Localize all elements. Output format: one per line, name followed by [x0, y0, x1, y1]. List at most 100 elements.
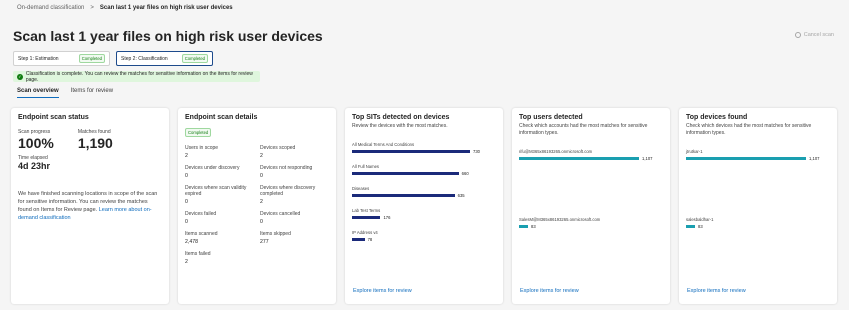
bar-row: jtrutkar-1 1,107 [686, 149, 830, 161]
card-title: Endpoint scan status [18, 114, 89, 121]
detail-label: Items scanned [185, 231, 218, 237]
bar [352, 193, 455, 197]
devices-bar-chart: jtrutkar-1 1,107 salesbaldhar-1 83 [686, 149, 830, 229]
detail-value: 0 [185, 219, 188, 225]
bar-line: 78 [352, 237, 496, 242]
step-estimation[interactable]: Step 1: Estimation Completed [13, 51, 110, 66]
breadcrumb-parent-link[interactable]: On-demand classification [17, 5, 84, 11]
bar-row: All Full Names 660 [352, 164, 496, 176]
top-users-card: Top users detected Check which accounts … [512, 108, 670, 304]
bar-label: All Medical Terms And Conditions [352, 141, 415, 147]
detail-item: Items failed 2 [185, 251, 254, 265]
breadcrumb-separator: > [90, 5, 94, 11]
explore-items-link[interactable]: Explore items for review [520, 288, 579, 294]
bar-line: 83 [686, 224, 830, 229]
detail-value: 0 [185, 199, 188, 205]
detail-item: Items skipped 277 [260, 231, 329, 245]
details-grid: Users in scope 2 Devices scoped 2 Devices … [185, 145, 329, 265]
bar-value-label: 730 [473, 148, 480, 154]
detail-item: Devices where discovery completed 2 [260, 185, 329, 205]
card-title: Top users detected [519, 114, 583, 121]
bar-value-label: 176 [383, 214, 391, 220]
page-title: Scan last 1 year files on high risk user… [13, 28, 323, 44]
bar-value-label: 83 [530, 223, 536, 229]
detail-label: Devices failed [185, 211, 217, 217]
bar-line: 635 [352, 193, 496, 198]
bar-line: 176 [352, 215, 496, 220]
bar-value-label: 635 [457, 192, 465, 198]
detail-value: 0 [185, 173, 188, 179]
card-subtitle: Check which accounts had the most matche… [519, 123, 648, 136]
cancel-scan-label: Cancel scan [803, 32, 834, 38]
matches-value: 1,190 [77, 135, 113, 151]
bar-row: salesbaldhar-1 83 [686, 217, 830, 229]
card-title: Endpoint scan details [185, 114, 258, 121]
bar-line: 83 [519, 224, 663, 229]
status-badge: Completed [185, 128, 212, 137]
detail-label: Devices not responding [260, 165, 313, 171]
scan-details-card: Endpoint scan details Completed Users in… [178, 108, 336, 304]
cancel-scan-button[interactable]: Cancel scan [794, 32, 834, 38]
bar-row: Diseases 635 [352, 186, 496, 198]
success-message-bar: ✓ Classification is complete. You can re… [13, 70, 260, 83]
bar-line: 1,107 [519, 156, 663, 161]
cancel-icon [794, 32, 801, 38]
bar-value-label: 83 [697, 223, 703, 229]
card-title: Top SITs detected on devices [352, 114, 450, 121]
users-bar-chart: rifu@M365x86193265.onmicrosoft.com 1,107 S… [519, 149, 663, 229]
bar-label: Lab Test Terms [352, 207, 381, 213]
bar-row: IP Address v4 78 [352, 230, 496, 242]
bar [519, 224, 528, 228]
bar-label: jtrutkar-1 [686, 148, 703, 154]
sit-bar-chart: All Medical Terms And Conditions 730 All F… [352, 142, 496, 242]
detail-value: 2 [260, 153, 263, 159]
detail-item: Devices scoped 2 [260, 145, 329, 159]
detail-item: Devices failed 0 [185, 211, 254, 225]
bar-label: salesbaldhar-1 [686, 216, 714, 222]
message-text: Classification is complete. You can revi… [25, 70, 253, 83]
bar-row: rifu@M365x86193265.onmicrosoft.com 1,107 [519, 149, 663, 161]
bar-row: Lab Test Terms 176 [352, 208, 496, 220]
bar [352, 171, 459, 175]
explore-items-link[interactable]: Explore items for review [353, 288, 412, 294]
detail-item: Users in scope 2 [185, 145, 254, 159]
breadcrumb: On-demand classification > Scan last 1 y… [17, 5, 233, 11]
detail-label: Devices where discovery completed [260, 185, 316, 197]
detail-value: 277 [260, 239, 269, 245]
bar-line: 1,107 [686, 156, 830, 161]
detail-label: Users in scope [185, 145, 219, 151]
bar [686, 224, 695, 228]
progress-value: 100% [18, 135, 54, 151]
top-devices-card: Top devices found Check which devices ha… [679, 108, 837, 304]
bar-label: Diseases [352, 185, 370, 191]
status-badge: Completed [181, 54, 208, 63]
bar-line: 660 [352, 171, 496, 176]
step-label: Step 2: Classification [121, 55, 168, 62]
card-title: Top devices found [686, 114, 748, 121]
bar [352, 237, 365, 241]
bar-value-label: 78 [367, 236, 373, 242]
step-classification[interactable]: Step 2: Classification Completed [116, 51, 213, 66]
bar-label: All Full Names [352, 163, 379, 169]
bar-label: SalesM@M365x86193265.onmicrosoft.com [519, 216, 601, 222]
bar [352, 149, 470, 153]
detail-value: 0 [260, 219, 263, 225]
scan-status-card: Endpoint scan status Scan progress 100% … [11, 108, 169, 304]
bar-label: IP Address v4 [352, 229, 378, 235]
tab-items-for-review[interactable]: Items for review [71, 88, 113, 98]
bar-value-label: 1,107 [809, 155, 820, 161]
check-circle-icon: ✓ [17, 73, 23, 80]
bar [352, 215, 381, 219]
detail-item: Devices where scan validity expired 0 [185, 185, 254, 205]
detail-item: Devices not responding 0 [260, 165, 329, 179]
tab-list: Scan overview Items for review [17, 88, 113, 98]
bar-value-label: 1,107 [642, 155, 653, 161]
bar-row: SalesM@M365x86193265.onmicrosoft.com 83 [519, 217, 663, 229]
explore-items-link[interactable]: Explore items for review [687, 288, 746, 294]
bar-label: rifu@M365x86193265.onmicrosoft.com [519, 148, 593, 154]
detail-label: Devices scoped [260, 145, 296, 151]
detail-value: 2 [185, 153, 188, 159]
tab-scan-overview[interactable]: Scan overview [17, 88, 59, 98]
detail-item: Items scanned 2,478 [185, 231, 254, 245]
detail-item: Devices cancelled 0 [260, 211, 329, 225]
